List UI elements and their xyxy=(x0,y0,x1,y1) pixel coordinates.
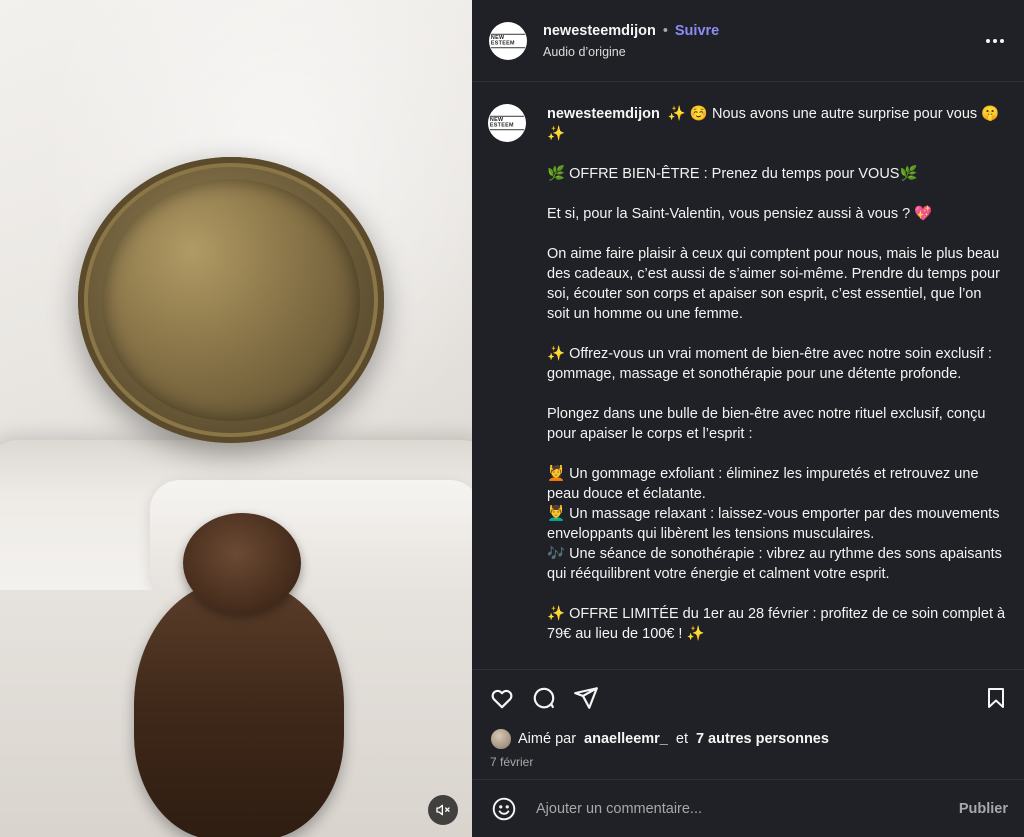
avatar[interactable]: NEW ESTEEM xyxy=(489,21,527,60)
avatar-logo: NEW ESTEEM xyxy=(490,33,526,48)
send-icon xyxy=(574,686,598,709)
mute-icon xyxy=(436,804,450,816)
caption-username[interactable]: newesteemdijon xyxy=(547,106,660,122)
hair-bun-image xyxy=(183,513,301,613)
caption-area: NEW ESTEEM newesteemdijon ✨ ☺️ Nous avon… xyxy=(472,82,1024,669)
action-bar xyxy=(472,669,1024,725)
comment-icon xyxy=(533,687,555,708)
likes-prefix: Aimé par xyxy=(518,731,577,747)
caption-avatar-logo: NEW ESTEEM xyxy=(489,115,525,131)
post-side-panel: NEW ESTEEM newesteemdijon • Suivre Audio… xyxy=(472,0,1024,837)
bookmark-icon xyxy=(988,687,1004,708)
caption-list: 💆 Un gommage exfoliant : éliminez les im… xyxy=(547,464,1008,584)
liker-avatar[interactable] xyxy=(490,728,512,750)
liker-username[interactable]: anaelleemr_ xyxy=(584,731,668,747)
caption-offer: ✨ OFFRE LIMITÉE du 1er au 28 février : p… xyxy=(547,606,1006,642)
caption-avatar[interactable]: NEW ESTEEM xyxy=(488,104,526,142)
post-header-text: newesteemdijon • Suivre Audio d’origine xyxy=(543,23,982,59)
audio-label[interactable]: Audio d’origine xyxy=(543,45,982,59)
heart-icon xyxy=(491,689,513,708)
share-button[interactable] xyxy=(570,682,602,714)
likes-summary: Aimé par anaelleemr_ et 7 autres personn… xyxy=(472,725,1024,753)
emoji-icon xyxy=(492,797,516,820)
post-media[interactable] xyxy=(0,0,472,837)
caption-paragraph: On aime faire plaisir à ceux qui compten… xyxy=(547,246,1000,322)
post-viewer: NEW ESTEEM newesteemdijon • Suivre Audio… xyxy=(0,0,1024,837)
follow-button[interactable]: Suivre xyxy=(675,23,719,39)
more-options-button[interactable] xyxy=(982,31,1008,51)
singing-bowl-inner xyxy=(102,179,360,421)
publish-button[interactable]: Publier xyxy=(959,801,1008,817)
hair-image xyxy=(134,580,344,837)
caption-paragraph: 🌿 OFFRE BIEN-ÊTRE : Prenez du temps pour… xyxy=(547,166,918,182)
caption-paragraph: Plongez dans une bulle de bien-être avec… xyxy=(547,406,986,442)
singing-bowl-image xyxy=(78,157,384,443)
caption-paragraph: ✨ Offrez-vous un vrai moment de bien-êtr… xyxy=(547,346,992,382)
mute-button[interactable] xyxy=(428,795,458,825)
author-username[interactable]: newesteemdijon xyxy=(543,23,656,39)
more-icon xyxy=(986,38,1004,43)
comment-button[interactable] xyxy=(528,682,560,714)
comment-input[interactable] xyxy=(536,800,959,817)
likes-others-link[interactable]: 7 autres personnes xyxy=(696,731,829,747)
like-button[interactable] xyxy=(486,682,518,714)
caption-list-item: 🎶 Une séance de sonothérapie : vibrez au… xyxy=(547,546,1002,582)
caption-list-item: 💆‍♂️ Un massage relaxant : laissez-vous … xyxy=(547,506,1000,542)
caption-text: newesteemdijon ✨ ☺️ Nous avons une autre… xyxy=(547,104,1008,669)
post-date[interactable]: 7 février xyxy=(472,753,1024,779)
save-button[interactable] xyxy=(980,682,1012,714)
separator-dot: • xyxy=(662,22,668,39)
likes-conjunction: et xyxy=(675,731,688,747)
caption-paragraph: Et si, pour la Saint-Valentin, vous pens… xyxy=(547,206,933,222)
emoji-button[interactable] xyxy=(490,795,518,823)
comment-bar: Publier xyxy=(472,779,1024,837)
caption-list-item: 💆 Un gommage exfoliant : éliminez les im… xyxy=(547,466,979,502)
caption-intro: newesteemdijon ✨ ☺️ Nous avons une autre… xyxy=(547,104,1008,144)
post-header-line: newesteemdijon • Suivre xyxy=(543,23,982,39)
post-header: NEW ESTEEM newesteemdijon • Suivre Audio… xyxy=(472,0,1024,82)
